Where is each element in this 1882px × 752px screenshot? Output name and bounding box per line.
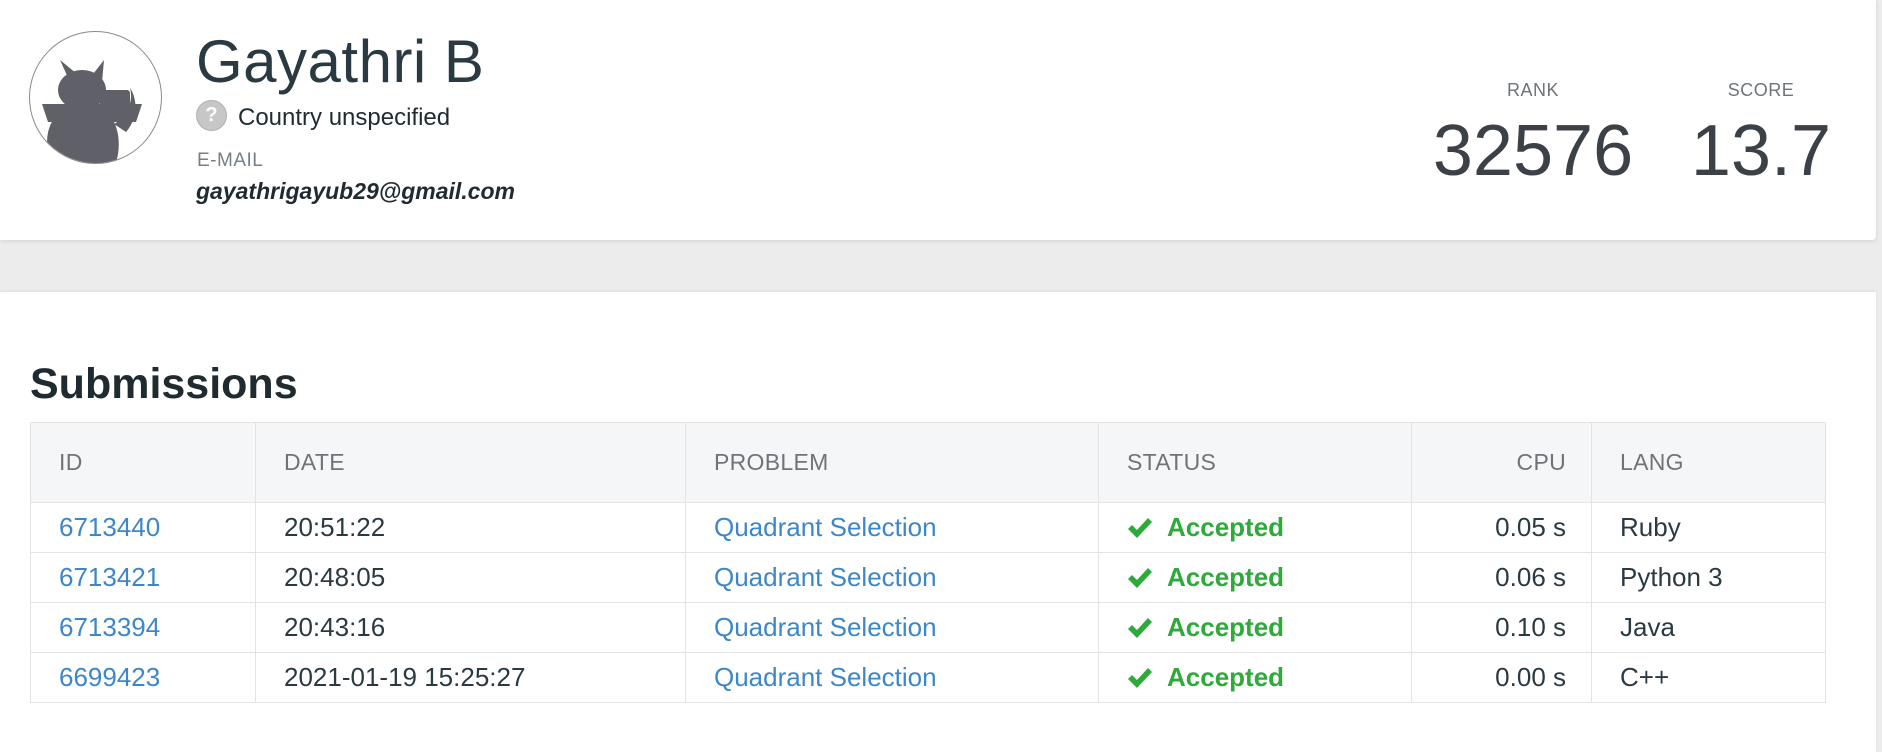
rank-label: RANK (1506, 80, 1559, 100)
submissions-title: Submissions (30, 360, 298, 408)
submission-id-link[interactable]: 6713394 (59, 612, 160, 642)
submission-id-link[interactable]: 6713440 (59, 512, 160, 542)
column-header-lang: LANG (1591, 422, 1826, 503)
cpu-time: 0.05 s (1411, 502, 1592, 553)
user-name: Gayathri B (196, 28, 485, 95)
status-accepted: Accepted (1167, 512, 1285, 542)
status-cell: Accepted (1098, 602, 1412, 653)
table-row: 6713421 20:48:05 Quadrant Selection Acce… (30, 552, 1826, 603)
status-accepted: Accepted (1167, 562, 1285, 592)
status-cell: Accepted (1098, 652, 1412, 703)
table-row: 6713440 20:51:22 Quadrant Selection Acce… (30, 502, 1826, 553)
cpu-time: 0.10 s (1411, 602, 1592, 653)
submission-date: 20:48:05 (255, 552, 686, 603)
column-header-problem: PROBLEM (685, 422, 1099, 503)
submission-date: 20:51:22 (255, 502, 686, 553)
column-header-date: DATE (255, 422, 686, 503)
problem-link[interactable]: Quadrant Selection (714, 562, 937, 592)
submission-id-link[interactable]: 6713421 (59, 562, 160, 592)
check-icon (1128, 668, 1152, 688)
question-mark-icon: ? (196, 100, 227, 131)
status-accepted: Accepted (1167, 612, 1285, 642)
table-header-row: ID DATE PROBLEM STATUS CPU LANG (30, 422, 1826, 503)
cpu-time: 0.06 s (1411, 552, 1592, 603)
problem-link[interactable]: Quadrant Selection (714, 512, 937, 542)
submission-date: 20:43:16 (255, 602, 686, 653)
rank-value: 32576 (1432, 111, 1634, 191)
column-header-status: STATUS (1098, 422, 1412, 503)
column-header-cpu: CPU (1411, 422, 1592, 503)
language: Java (1591, 602, 1826, 653)
avatar[interactable] (29, 31, 162, 164)
table-row: 6699423 2021-01-19 15:25:27 Quadrant Sel… (30, 652, 1826, 703)
cpu-time: 0.00 s (1411, 652, 1592, 703)
table-row: 6713394 20:43:16 Quadrant Selection Acce… (30, 602, 1826, 653)
check-icon (1128, 618, 1152, 638)
language: Ruby (1591, 502, 1826, 553)
problem-link[interactable]: Quadrant Selection (714, 662, 937, 692)
language: Python 3 (1591, 552, 1826, 603)
cat-avatar-icon (42, 60, 142, 163)
email-value: gayathrigayub29@gmail.com (196, 178, 515, 204)
check-icon (1128, 568, 1152, 588)
language: C++ (1591, 652, 1826, 703)
status-cell: Accepted (1098, 552, 1412, 603)
email-label: E-MAIL (197, 150, 264, 171)
submission-date: 2021-01-19 15:25:27 (255, 652, 686, 703)
status-cell: Accepted (1098, 502, 1412, 553)
problem-link[interactable]: Quadrant Selection (714, 612, 937, 642)
submission-id-link[interactable]: 6699423 (59, 662, 160, 692)
column-header-id: ID (30, 422, 256, 503)
score-value: 13.7 (1690, 111, 1832, 191)
status-accepted: Accepted (1167, 662, 1285, 692)
score-label: SCORE (1727, 80, 1795, 100)
submissions-table: ID DATE PROBLEM STATUS CPU LANG 6713440 … (30, 422, 1826, 703)
check-icon (1128, 518, 1152, 538)
country-label: Country unspecified (238, 104, 451, 131)
